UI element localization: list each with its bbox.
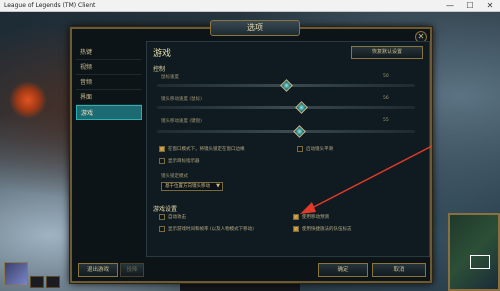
select-value: 基于位置方向镜头移动 xyxy=(165,184,210,189)
slider-value: 50 xyxy=(383,74,389,79)
slider-thumb[interactable] xyxy=(280,79,293,92)
checkbox-label: 使用快捷施法的队伍标志 xyxy=(302,227,352,232)
slider-value: 56 xyxy=(383,96,389,101)
window-controls: — ☐ ✕ xyxy=(440,0,500,12)
slider-thumb[interactable] xyxy=(293,125,306,138)
checkbox[interactable] xyxy=(159,214,165,220)
checkbox-row[interactable]: 自动攻击 xyxy=(159,214,186,220)
checkbox-label: 启动镜头平滑 xyxy=(306,147,333,152)
checkbox[interactable]: ✓ xyxy=(293,226,299,232)
camera-keyboard-speed-slider[interactable] xyxy=(157,125,415,138)
sidebar-item-interface[interactable]: 界面 xyxy=(76,90,142,105)
champion-portrait[interactable] xyxy=(4,262,28,286)
fire-effect xyxy=(8,82,48,118)
lock-mode-select[interactable]: 基于位置方向镜头移动 ▼ xyxy=(161,182,223,191)
cancel-button[interactable]: 取消 xyxy=(372,263,426,277)
checkbox-label: 使用移动预测 xyxy=(302,215,329,220)
checkbox-label: 在窗口模式下，将镜头锁定在窗口边缘 xyxy=(168,147,245,152)
checkbox[interactable] xyxy=(297,146,303,152)
maximize-button[interactable]: ☐ xyxy=(460,0,480,12)
sidebar-item-game[interactable]: 游戏 xyxy=(76,105,142,120)
checkbox-row[interactable]: ✓ 使用移动预测 xyxy=(293,214,329,220)
lock-mode-label: 镜头锁定模式 xyxy=(161,174,188,179)
checkbox-row[interactable]: 显示游戏时间和帧率 (以及人物模式下移动) xyxy=(159,226,254,232)
slider-thumb[interactable] xyxy=(295,101,309,114)
options-dialog: 选项 ✕ 热键 视频 音频 界面 游戏 游戏 恢复默认设置 控制 鼠标速度 50… xyxy=(70,20,432,283)
window-titlebar: League of Legends (TM) Client — ☐ ✕ xyxy=(0,0,500,12)
page-title: 游戏 xyxy=(153,49,172,59)
sidebar-item-hotkeys[interactable]: 热键 xyxy=(76,45,142,60)
slider-value: 55 xyxy=(383,118,389,123)
bottom-hud xyxy=(180,283,300,291)
checkbox[interactable] xyxy=(159,158,165,164)
minimap[interactable] xyxy=(448,213,500,291)
close-window-button[interactable]: ✕ xyxy=(480,0,500,12)
checkbox-label: 显示游戏时间和帧率 (以及人物模式下移动) xyxy=(168,227,254,232)
options-sidebar: 热键 视频 音频 界面 游戏 xyxy=(76,45,142,120)
slider-label: 镜头移动速度 (键盘) xyxy=(161,119,202,124)
exit-game-button[interactable]: 退出游戏 xyxy=(78,263,118,277)
checkbox[interactable]: ✓ xyxy=(159,146,165,152)
section-title-control: 控制 xyxy=(153,66,166,73)
surrender-button[interactable]: 投降 xyxy=(120,263,144,277)
minimize-button[interactable]: — xyxy=(440,0,460,12)
checkbox-row[interactable]: ✓ 在窗口模式下，将镜头锁定在窗口边缘 xyxy=(159,146,245,152)
slider-label: 鼠标速度 xyxy=(161,75,179,80)
checkbox[interactable] xyxy=(159,226,165,232)
checkbox-row[interactable]: ✓ 使用快捷施法的队伍标志 xyxy=(293,226,352,232)
checkbox-label: 自动攻击 xyxy=(168,215,186,220)
window-title: League of Legends (TM) Client xyxy=(4,2,96,9)
restore-defaults-button[interactable]: 恢复默认设置 xyxy=(351,46,423,59)
chevron-down-icon: ▼ xyxy=(216,183,220,189)
checkbox-row[interactable]: 显示目标指示器 xyxy=(159,158,200,164)
camera-mouse-speed-slider[interactable] xyxy=(157,101,415,114)
ability-slot[interactable] xyxy=(46,276,60,288)
checkbox-row[interactable]: 启动镜头平滑 xyxy=(297,146,333,152)
dialog-title: 选项 xyxy=(210,20,300,36)
slider-label: 镜头移动速度 (鼠标) xyxy=(161,97,202,102)
mouse-speed-slider[interactable] xyxy=(157,79,415,92)
ok-button[interactable]: 确定 xyxy=(318,263,368,277)
ability-slot[interactable] xyxy=(30,276,44,288)
section-title-gameplay: 游戏设置 xyxy=(153,206,178,213)
minimap-viewport[interactable] xyxy=(470,255,490,269)
sidebar-item-video[interactable]: 视频 xyxy=(76,60,142,75)
checkbox-label: 显示目标指示器 xyxy=(168,159,200,164)
options-content: 游戏 恢复默认设置 控制 鼠标速度 50 镜头移动速度 (鼠标) 56 镜头移动… xyxy=(146,41,430,257)
sidebar-item-audio[interactable]: 音频 xyxy=(76,75,142,90)
checkbox[interactable]: ✓ xyxy=(293,214,299,220)
